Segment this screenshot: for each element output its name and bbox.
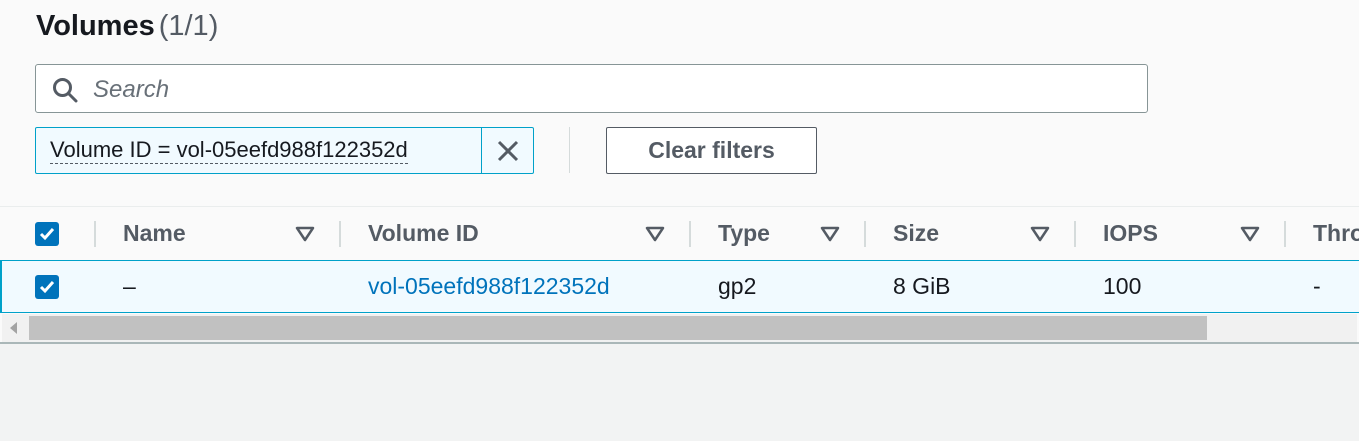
cell-type: gp2 xyxy=(718,273,757,299)
sort-down-icon[interactable] xyxy=(1240,225,1260,243)
column-header-volume-id[interactable]: Volume ID xyxy=(368,220,479,247)
column-header-size[interactable]: Size xyxy=(893,220,939,247)
cell-name: – xyxy=(123,273,136,299)
column-divider[interactable] xyxy=(1074,221,1076,247)
filter-token-dismiss-button[interactable] xyxy=(481,127,534,174)
column-divider xyxy=(94,221,96,247)
horizontal-scrollbar[interactable] xyxy=(2,314,1357,342)
search-placeholder: Search xyxy=(93,76,170,103)
select-all-checkbox[interactable] xyxy=(35,222,59,246)
clear-filters-button[interactable]: Clear filters xyxy=(606,127,817,174)
filter-token-label[interactable]: Volume ID = vol-05eefd988f122352d xyxy=(50,137,408,164)
scroll-left-icon[interactable] xyxy=(10,322,17,334)
close-icon xyxy=(497,140,519,161)
sort-down-icon[interactable] xyxy=(645,225,665,243)
cell-size: 8 GiB xyxy=(893,273,951,299)
filter-divider xyxy=(569,127,570,173)
column-header-type[interactable]: Type xyxy=(718,220,770,247)
selection-count: (1/1) xyxy=(158,10,219,42)
column-header-iops[interactable]: IOPS xyxy=(1103,220,1158,247)
table-row[interactable]: – vol-05eefd988f122352d gp2 8 GiB 100 - xyxy=(0,260,1359,313)
page-title: Volumes (1/1) xyxy=(36,10,218,43)
checkmark-icon xyxy=(39,228,55,241)
sort-down-icon[interactable] xyxy=(1030,225,1050,243)
row-checkbox[interactable] xyxy=(35,275,59,299)
column-divider[interactable] xyxy=(864,221,866,247)
column-divider[interactable] xyxy=(689,221,691,247)
search-input[interactable]: Search xyxy=(35,64,1148,113)
sort-down-icon[interactable] xyxy=(295,225,315,243)
search-icon xyxy=(53,78,78,103)
checkmark-icon xyxy=(39,281,55,294)
cell-volume-id-link[interactable]: vol-05eefd988f122352d xyxy=(368,273,610,300)
column-divider[interactable] xyxy=(1284,221,1286,247)
table-header: Name Volume ID Type Size IOPS Thro xyxy=(0,206,1359,260)
filter-token[interactable]: Volume ID = vol-05eefd988f122352d xyxy=(35,127,534,174)
title-text: Volumes xyxy=(36,10,155,42)
volumes-panel: Volumes (1/1) Search Volume ID = vol-05ee… xyxy=(0,0,1359,344)
column-divider[interactable] xyxy=(339,221,341,247)
sort-down-icon[interactable] xyxy=(820,225,840,243)
column-header-throughput[interactable]: Thro xyxy=(1313,220,1359,247)
cell-iops: 100 xyxy=(1103,273,1142,299)
scrollbar-thumb[interactable] xyxy=(29,316,1207,340)
column-header-name[interactable]: Name xyxy=(123,220,186,247)
cell-throughput: - xyxy=(1313,273,1321,299)
